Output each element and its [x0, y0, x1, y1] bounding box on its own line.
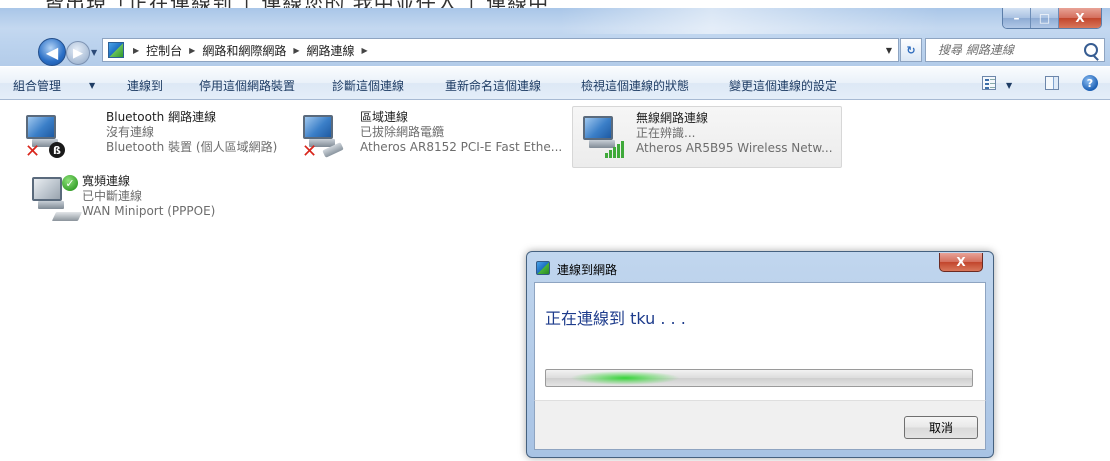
- connection-wireless[interactable]: 無線網路連線 正在辨識... Atheros AR5B95 Wireless N…: [572, 106, 842, 168]
- chevron-right-icon[interactable]: ▶: [133, 46, 139, 55]
- address-history-dropdown-icon[interactable]: ▼: [886, 46, 892, 55]
- preview-pane-icon[interactable]: [1045, 76, 1059, 90]
- connection-name: 無線網路連線: [636, 111, 709, 125]
- maximize-button[interactable]: □: [1030, 8, 1058, 28]
- caption-buttons: – □ X: [1002, 8, 1102, 29]
- back-arrow-icon: ◀: [45, 42, 59, 62]
- bluetooth-icon: ß: [49, 142, 65, 158]
- connect-to-button[interactable]: 連線到: [127, 77, 163, 94]
- breadcrumb-control-panel[interactable]: 控制台: [146, 42, 182, 59]
- forward-button[interactable]: ▶: [66, 41, 90, 65]
- forward-arrow-icon: ▶: [73, 45, 83, 61]
- view-dropdown-icon[interactable]: ▼: [1006, 81, 1012, 90]
- organize-dropdown-icon[interactable]: ▼: [89, 81, 95, 90]
- dialog-title: 連線到網路: [557, 263, 618, 277]
- disable-device-button[interactable]: 停用這個網路裝置: [199, 77, 295, 94]
- change-settings-button[interactable]: 變更這個連線的設定: [729, 77, 837, 94]
- modem-icon: [51, 212, 83, 221]
- back-button[interactable]: ◀: [38, 38, 66, 66]
- change-view-icon[interactable]: [982, 76, 996, 90]
- connection-name: Bluetooth 網路連線: [106, 110, 217, 124]
- dialog-close-button[interactable]: X: [939, 253, 983, 272]
- connection-status: 已中斷連線: [82, 189, 143, 203]
- view-status-button[interactable]: 檢視這個連線的狀態: [581, 77, 689, 94]
- disconnected-x-icon: ✕: [25, 141, 41, 162]
- connection-bluetooth[interactable]: ✕ ß Bluetooth 網路連線 沒有連線 Bluetooth 裝置 (個人…: [22, 108, 282, 166]
- refresh-button[interactable]: ↻: [900, 38, 922, 62]
- progress-marquee: [570, 371, 680, 385]
- connected-check-icon: ✓: [62, 175, 78, 191]
- close-button[interactable]: X: [1058, 8, 1101, 28]
- disconnected-x-icon: ✕: [302, 141, 318, 162]
- rename-button[interactable]: 重新命名這個連線: [445, 77, 541, 94]
- connection-name: 寬頻連線: [82, 174, 131, 188]
- breadcrumb-network-connections[interactable]: 網路連線: [307, 42, 355, 59]
- connection-device: Bluetooth 裝置 (個人區域網路): [106, 140, 278, 154]
- connection-status: 沒有連線: [106, 125, 155, 139]
- connection-device: Atheros AR8152 PCI-E Fast Ethe...: [360, 140, 563, 154]
- minimize-button[interactable]: –: [1003, 8, 1030, 28]
- wireless-signal-icon: [605, 141, 624, 158]
- connect-to-network-dialog: 連線到網路 X 正在連線到 tku . . . 取消: [526, 251, 994, 458]
- address-bar[interactable]: ▶ 控制台 ▶ 網路和網際網路 ▶ 網路連線 ▶ ▼: [102, 38, 899, 62]
- connection-broadband[interactable]: ✓ 寬頻連線 已中斷連線 WAN Miniport (PPPOE): [22, 172, 282, 230]
- search-box[interactable]: [925, 38, 1105, 62]
- connection-status: 已拔除網路電纜: [360, 125, 445, 139]
- search-input[interactable]: [936, 42, 1080, 58]
- connection-progress-bar: [545, 369, 973, 387]
- recent-pages-dropdown-icon[interactable]: ▼: [91, 48, 97, 57]
- connection-status: 正在辨識...: [636, 126, 696, 140]
- network-connection-icon: [536, 261, 550, 275]
- dialog-body: 正在連線到 tku . . .: [534, 282, 986, 400]
- chevron-right-icon[interactable]: ▶: [189, 46, 195, 55]
- connection-device: Atheros AR5B95 Wireless Netw...: [636, 141, 833, 155]
- search-icon[interactable]: [1084, 43, 1098, 57]
- help-icon[interactable]: ?: [1082, 75, 1098, 91]
- connection-device: WAN Miniport (PPPOE): [82, 204, 216, 218]
- cancel-button[interactable]: 取消: [904, 416, 978, 439]
- dialog-footer: 取消: [534, 400, 986, 450]
- chevron-right-icon[interactable]: ▶: [362, 46, 368, 55]
- connection-name: 區域連線: [360, 110, 409, 124]
- control-panel-icon: [108, 42, 124, 58]
- breadcrumb-network-internet[interactable]: 網路和網際網路: [202, 42, 286, 59]
- cropped-caption-text: 皆出現「正在連線到 」連線您的 我中並任入 」連線中: [0, 0, 1110, 8]
- chevron-right-icon[interactable]: ▶: [293, 46, 299, 55]
- connecting-message: 正在連線到 tku . . .: [545, 309, 686, 328]
- organize-menu[interactable]: 組合管理: [13, 77, 61, 94]
- connection-local-area[interactable]: ✕ 區域連線 已拔除網路電纜 Atheros AR8152 PCI-E Fast…: [299, 108, 567, 166]
- diagnose-button[interactable]: 診斷這個連線: [332, 77, 404, 94]
- refresh-icon: ↻: [906, 43, 916, 57]
- command-bar: 組合管理 ▼ 連線到 停用這個網路裝置 診斷這個連線 重新命名這個連線 檢視這個…: [0, 66, 1110, 100]
